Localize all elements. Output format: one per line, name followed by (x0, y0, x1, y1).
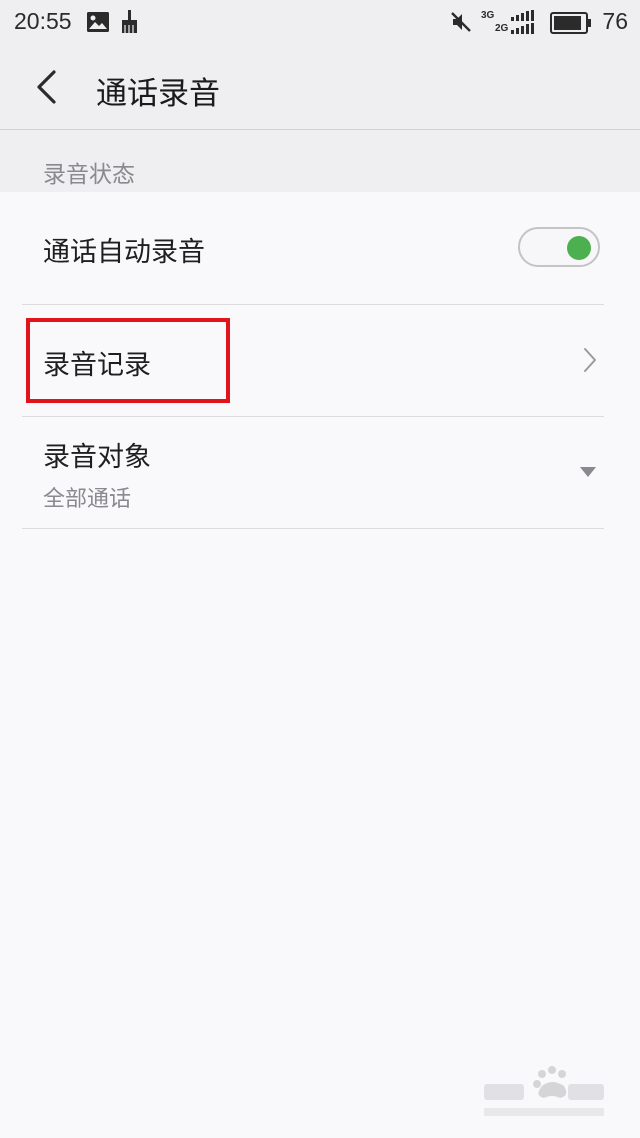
battery-level: 76 (602, 8, 628, 34)
recording-target-row[interactable]: 录音对象 全部通话 (22, 417, 604, 529)
recording-target-label: 录音对象 (43, 442, 151, 473)
section-title: 录音状态 (43, 162, 135, 188)
toggle-knob (567, 236, 591, 260)
section-header: 录音状态 (0, 130, 640, 192)
auto-record-label: 通话自动录音 (43, 237, 205, 268)
mute-icon (451, 12, 471, 32)
highlight-box (26, 318, 230, 403)
network-type-top: 3G (481, 10, 495, 21)
auto-record-toggle[interactable] (518, 227, 600, 267)
image-icon (87, 12, 109, 32)
dropdown-arrow-icon[interactable] (580, 467, 596, 477)
auto-record-row[interactable]: 通话自动录音 (22, 192, 604, 305)
back-button[interactable] (22, 62, 72, 112)
battery-icon (550, 12, 591, 34)
recording-target-value: 全部通话 (43, 487, 132, 512)
chevron-left-icon (37, 70, 56, 104)
signal-icon (511, 10, 534, 34)
network-indicator: 3G 2G (481, 10, 545, 36)
app-header: 通话录音 (0, 46, 640, 130)
chevron-right-icon (584, 348, 596, 372)
baidu-jingyan-watermark (484, 1066, 604, 1116)
page-title: 通话录音 (96, 76, 220, 112)
status-bar: 20:55 3G 2G 76 (0, 0, 640, 46)
status-time: 20:55 (14, 8, 72, 34)
broom-icon (122, 10, 137, 33)
